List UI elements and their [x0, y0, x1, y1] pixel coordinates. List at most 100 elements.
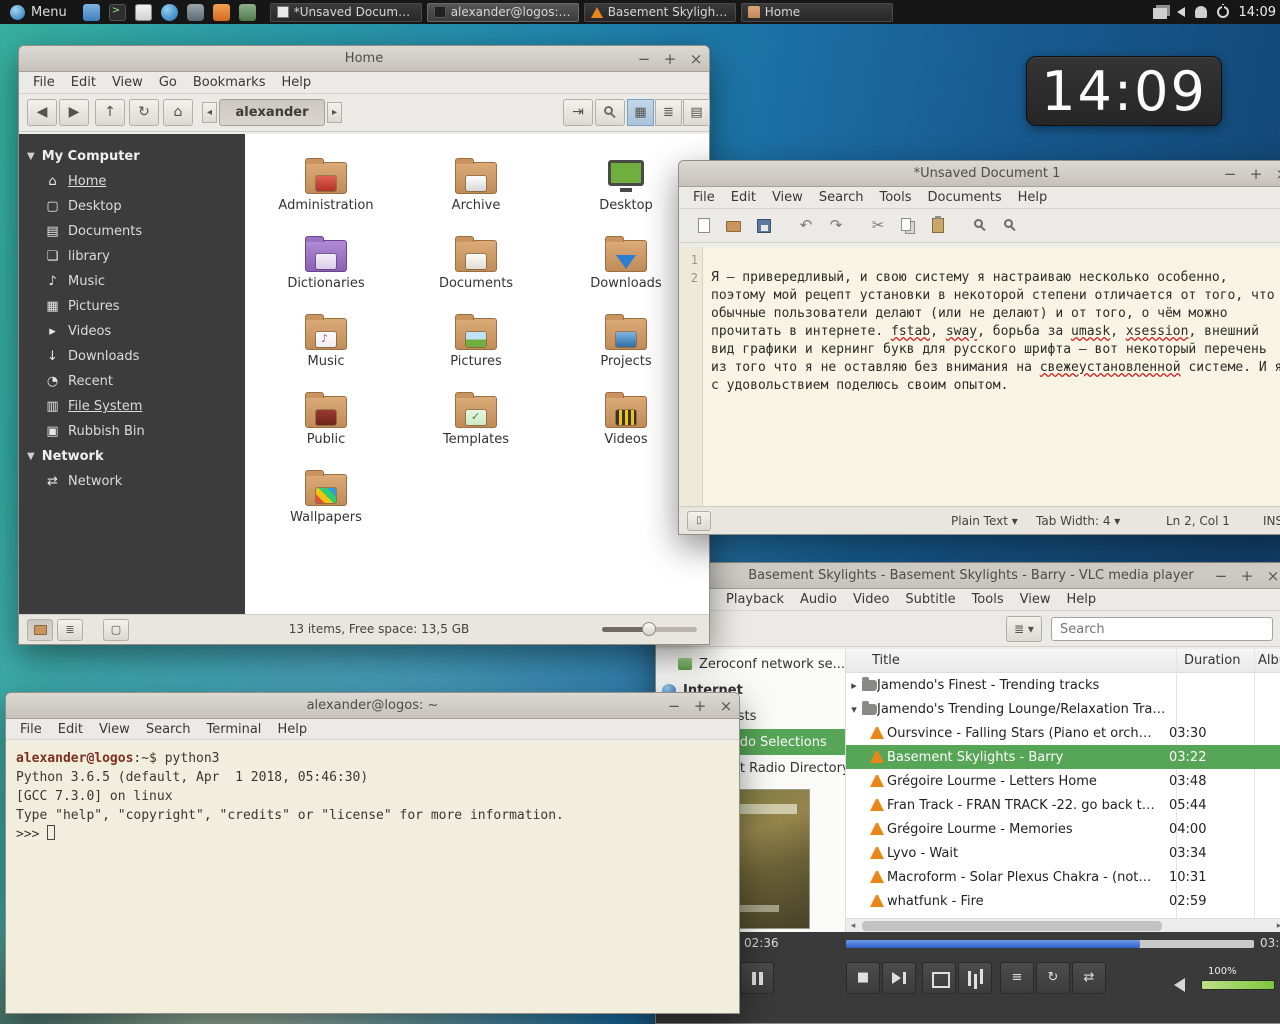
playlist-track-row[interactable]: whatfunk - Fire02:59: [846, 889, 1280, 913]
settings-launcher-icon[interactable]: [239, 4, 256, 21]
random-button[interactable]: ⇄: [1072, 962, 1106, 994]
search-icon[interactable]: [595, 99, 625, 126]
scrollbar-thumb[interactable]: [862, 921, 1162, 931]
zoom-slider-knob[interactable]: [642, 622, 656, 636]
playlist-track-row[interactable]: Lyvo - Wait03:34: [846, 841, 1280, 865]
sidebar-item-pictures[interactable]: ▦Pictures: [19, 294, 245, 319]
cut-icon[interactable]: ✂: [865, 213, 891, 239]
sidebar-item-videos[interactable]: ▸Videos: [19, 319, 245, 344]
terminal-titlebar[interactable]: alexander@logos: ~ − + ×: [6, 693, 739, 719]
column-album[interactable]: Album: [1258, 653, 1280, 668]
compact-view-button[interactable]: ▤: [683, 99, 710, 126]
maximize-icon[interactable]: +: [1249, 167, 1263, 181]
breadcrumb-path-button[interactable]: alexander: [219, 99, 325, 126]
close-icon[interactable]: ×: [1275, 167, 1280, 181]
playlist-track-row[interactable]: Oursvince - Falling Stars (Piano et orch…: [846, 721, 1280, 745]
menu-subtitle[interactable]: Subtitle: [897, 589, 963, 610]
sidebar-item-file-system[interactable]: ▥File System: [19, 394, 245, 419]
paste-icon[interactable]: [925, 213, 951, 239]
fullscreen-button[interactable]: [922, 962, 956, 994]
file-item-public[interactable]: Public: [251, 390, 401, 450]
playlist-track-row[interactable]: Grégoire Lourme - Memories04:00: [846, 817, 1280, 841]
minimize-icon[interactable]: −: [667, 699, 681, 713]
maximize-icon[interactable]: +: [1240, 569, 1254, 583]
taskbar-button[interactable]: alexander@logos: ~: [427, 3, 579, 22]
sidebar-item-network[interactable]: ⇄Network: [19, 469, 245, 494]
files-launcher-icon[interactable]: [83, 4, 100, 21]
menu-file[interactable]: File: [25, 72, 63, 93]
icon-view-button[interactable]: ▦: [627, 99, 654, 126]
sidebar-section-network[interactable]: ▼Network: [19, 444, 245, 469]
close-icon[interactable]: ×: [689, 52, 703, 66]
menu-tools[interactable]: Tools: [871, 187, 919, 208]
close-icon[interactable]: ×: [1266, 569, 1280, 583]
sidebar-item-library[interactable]: ❏library: [19, 244, 245, 269]
playlist-view-mode-button[interactable]: ≣ ▾: [1006, 616, 1042, 642]
open-location-icon[interactable]: ⇥: [563, 99, 593, 126]
playlist-track-row[interactable]: Fran Track - FRAN TRACK -22. go back to …: [846, 793, 1280, 817]
menu-edit[interactable]: Edit: [723, 187, 764, 208]
menu-file[interactable]: File: [685, 187, 723, 208]
maximize-icon[interactable]: +: [693, 699, 707, 713]
screenshot-launcher-icon[interactable]: [187, 4, 204, 21]
sidebar-item-documents[interactable]: ▤Documents: [19, 219, 245, 244]
playlist-group-row[interactable]: ▸Jamendo's Finest - Trending tracks: [846, 673, 1280, 697]
document-text[interactable]: Я — привередливый, и свою систему я наст…: [703, 247, 1280, 506]
back-button[interactable]: ◀: [27, 99, 57, 126]
sidebar-item-music[interactable]: ♪Music: [19, 269, 245, 294]
menu-playback[interactable]: Playback: [718, 589, 792, 610]
fm-titlebar[interactable]: Home − + ×: [19, 46, 709, 72]
zoom-slider[interactable]: [602, 627, 697, 632]
new-document-icon[interactable]: [691, 213, 717, 239]
vlc-titlebar[interactable]: Basement Skylights - Basement Skylights …: [656, 563, 1280, 589]
side-pane-toggle-icon[interactable]: ▯: [687, 511, 711, 531]
playlist-toggle-button[interactable]: ≡: [1000, 962, 1034, 994]
home-button[interactable]: ⌂: [163, 99, 193, 126]
applications-menu-button[interactable]: Menu: [0, 0, 77, 24]
close-icon[interactable]: ×: [719, 699, 733, 713]
playlist-track-row[interactable]: Macroform - Solar Plexus Chakra - (note …: [846, 865, 1280, 889]
refresh-button[interactable]: ↻: [129, 99, 159, 126]
menu-terminal[interactable]: Terminal: [198, 719, 269, 740]
forward-button[interactable]: ▶: [59, 99, 89, 126]
menu-audio[interactable]: Audio: [792, 589, 845, 610]
playlist-column-headers[interactable]: Title Duration Album: [846, 649, 1280, 673]
playlist-track-row[interactable]: Basement Skylights - Barry03:22: [846, 745, 1280, 769]
up-button[interactable]: ↑: [95, 99, 125, 126]
menu-search[interactable]: Search: [811, 187, 872, 208]
vlc-sidebar-item-zeroconf-network-se-[interactable]: Zeroconf network se...: [656, 651, 845, 677]
terminal-output[interactable]: alexander@logos:~$ python3Python 3.6.5 (…: [6, 741, 739, 1013]
volume-tray-icon[interactable]: [1177, 7, 1185, 17]
menu-video[interactable]: Video: [845, 589, 897, 610]
editor-titlebar[interactable]: *Unsaved Document 1 − + ×: [679, 161, 1280, 187]
minimize-icon[interactable]: −: [1223, 167, 1237, 181]
seek-bar[interactable]: [846, 940, 1254, 948]
menu-bookmarks[interactable]: Bookmarks: [185, 72, 274, 93]
hidden-files-button[interactable]: ▢: [103, 619, 129, 641]
menu-help[interactable]: Help: [1058, 589, 1104, 610]
menu-view[interactable]: View: [764, 187, 811, 208]
browser-launcher-icon[interactable]: [161, 4, 178, 21]
file-item-dictionaries[interactable]: Dictionaries: [251, 234, 401, 294]
taskbar-button[interactable]: Home: [741, 3, 893, 22]
volume-icon[interactable]: [1174, 978, 1185, 992]
sidebar-item-recent[interactable]: ◔Recent: [19, 369, 245, 394]
stop-button[interactable]: ■: [846, 962, 880, 994]
copy-icon[interactable]: [895, 213, 921, 239]
file-item-documents[interactable]: Documents: [401, 234, 551, 294]
language-selector[interactable]: Plain Text ▾: [951, 514, 1018, 528]
file-item-pictures[interactable]: Pictures: [401, 312, 551, 372]
sidebar-item-downloads[interactable]: ↓Downloads: [19, 344, 245, 369]
power-tray-icon[interactable]: [1217, 6, 1229, 18]
save-icon[interactable]: [751, 213, 777, 239]
playlist-group-row[interactable]: ▾Jamendo's Trending Lounge/Relaxation Tr…: [846, 697, 1280, 721]
taskbar-button[interactable]: Basement Skylights ...: [584, 3, 736, 22]
menu-file[interactable]: File: [12, 719, 50, 740]
sidebar-item-desktop[interactable]: ▢Desktop: [19, 194, 245, 219]
volume-slider[interactable]: [1201, 980, 1275, 990]
next-button[interactable]: [882, 962, 916, 994]
tree-pane-button[interactable]: ≣: [57, 619, 83, 641]
path-scroll-left-icon[interactable]: ◂: [202, 102, 217, 123]
menu-search[interactable]: Search: [138, 719, 199, 740]
file-item-administration[interactable]: Administration: [251, 156, 401, 216]
